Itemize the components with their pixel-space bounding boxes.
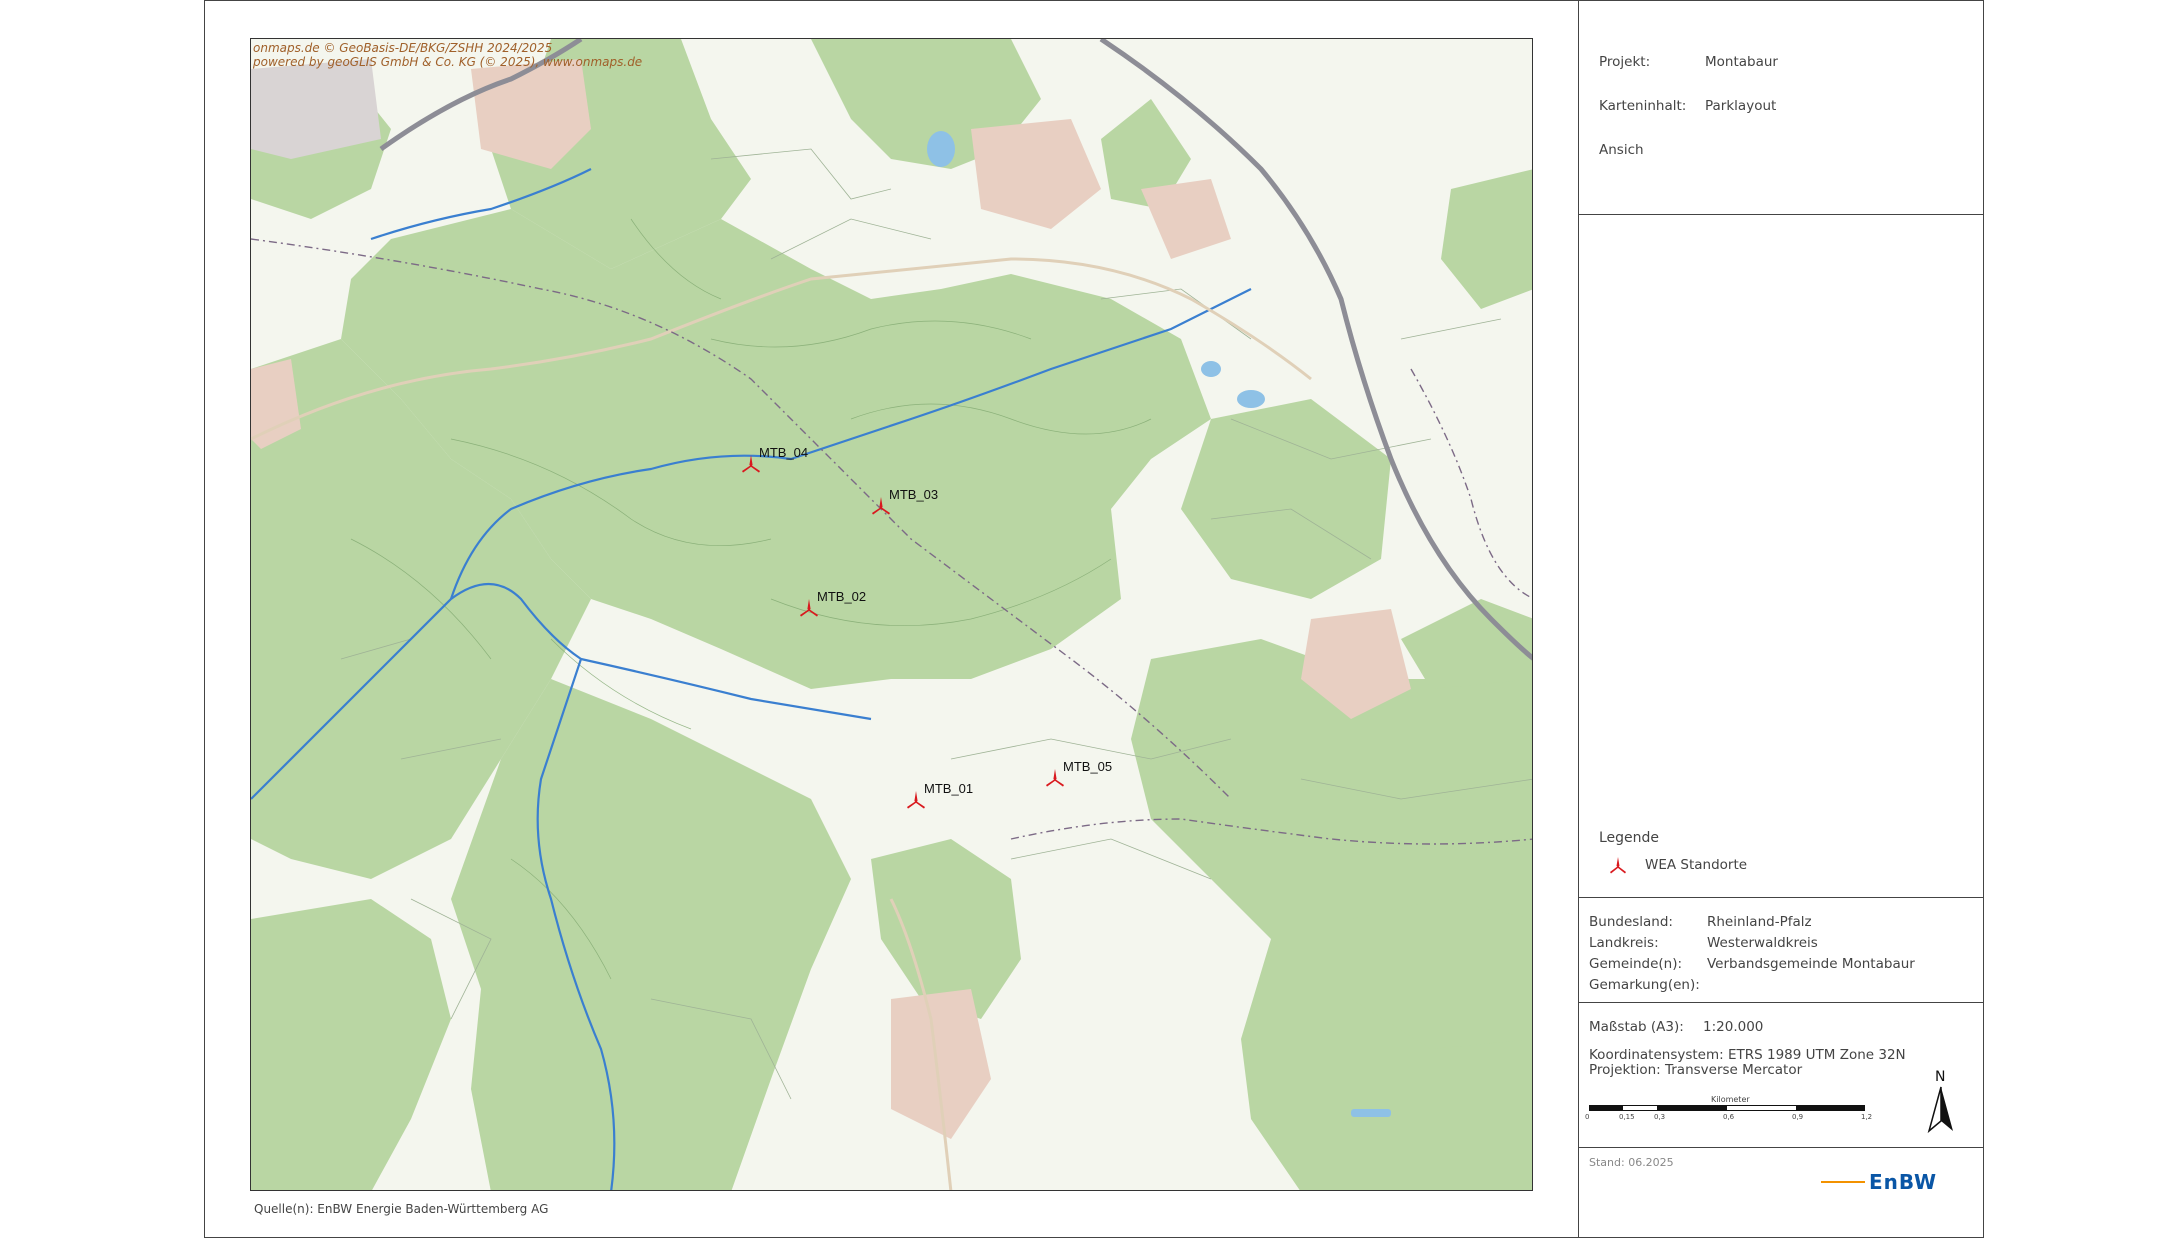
scale-tick-label: 0,9 [1792, 1113, 1804, 1121]
turbine-label: MTB_05 [1063, 759, 1112, 774]
scale-tick-label: 0,6 [1723, 1113, 1735, 1121]
turbine-label: MTB_03 [889, 487, 938, 502]
turbine-label: MTB_04 [759, 445, 808, 460]
gemeinde-label: Gemeinde(n): [1589, 956, 1683, 972]
massstab-label: Maßstab (A3): [1589, 1019, 1684, 1035]
projekt-label: Projekt: [1599, 54, 1651, 70]
projektion: Projektion: Transverse Mercator [1589, 1062, 1803, 1078]
project-info-box: Projekt: Montabaur Karteninhalt: Parklay… [1579, 0, 1983, 215]
stand-date: Stand: 06.2025 [1589, 1156, 1674, 1169]
map-copyright: onmaps.de © GeoBasis-DE/BKG/ZSHH 2024/20… [253, 41, 642, 69]
copyright-line-1: onmaps.de © GeoBasis-DE/BKG/ZSHH 2024/20… [253, 41, 553, 55]
scale-segment [1727, 1106, 1796, 1110]
projekt-value: Montabaur [1705, 54, 1778, 70]
legend-title: Legende [1599, 830, 1660, 846]
scale-tick-label: 0,3 [1654, 1113, 1666, 1121]
source-note: Quelle(n): EnBW Energie Baden-Württember… [254, 1202, 549, 1216]
scale-tick-label: 1,2 [1861, 1113, 1873, 1121]
footer-box: Stand: 06.2025 EnBW [1579, 1148, 1983, 1238]
karteninhalt-value: Parklayout [1705, 98, 1777, 114]
scale-tick-label: 0 [1585, 1113, 1590, 1121]
admin-box: Bundesland: Rheinland-Pfalz Landkreis: W… [1579, 898, 1983, 1003]
koordinatensystem: Koordinatensystem: ETRS 1989 UTM Zone 32… [1589, 1047, 1906, 1063]
gemarkung-label: Gemarkung(en): [1589, 977, 1700, 993]
topographic-map: MTB_01 MTB_02 MTB_03 MTB_04 MTB_05 [251, 39, 1532, 1190]
logo-text: EnBW [1869, 1170, 1938, 1194]
bundesland-value: Rheinland-Pfalz [1707, 914, 1812, 930]
scale-box: Maßstab (A3): 1:20.000 Koordinatensystem… [1579, 1003, 1983, 1148]
title-block: Projekt: Montabaur Karteninhalt: Parklay… [1578, 0, 1984, 1238]
scale-unit: Kilometer [1711, 1095, 1750, 1104]
turbine-marker-mtb_01[interactable]: MTB_01 [907, 781, 973, 809]
scale-tick-label: 0,15 [1619, 1113, 1635, 1121]
turbine-label: MTB_01 [924, 781, 973, 796]
karteninhalt-label: Karteninhalt: [1599, 98, 1687, 114]
logo-accent [1821, 1181, 1865, 1183]
landkreis-value: Westerwaldkreis [1707, 935, 1818, 951]
copyright-line-2: powered by geoGLIS GmbH & Co. KG (© 2025… [253, 55, 643, 69]
turbine-label: MTB_02 [817, 589, 866, 604]
wind-turbine-icon [1610, 857, 1626, 874]
map-view[interactable]: MTB_01 MTB_02 MTB_03 MTB_04 MTB_05 onmaps.de… [250, 38, 1533, 1191]
ansicht-label: Ansich [1599, 142, 1644, 158]
legend-box: Legende WEA Standorte [1579, 215, 1983, 898]
north-label: N [1935, 1069, 1946, 1085]
landkreis-label: Landkreis: [1589, 935, 1659, 951]
enbw-logo: EnBW [1821, 1170, 1937, 1194]
scale-segment [1623, 1106, 1657, 1110]
legend-item-label: WEA Standorte [1645, 857, 1748, 873]
bundesland-label: Bundesland: [1589, 914, 1673, 930]
scale-bar: Kilometer 0 0,15 0,3 0,6 0,9 1,2 [1585, 1095, 1872, 1135]
gemeinde-value: Verbandsgemeinde Montabaur [1707, 956, 1915, 972]
massstab-value: 1:20.000 [1703, 1019, 1764, 1035]
turbine-marker-mtb_05[interactable]: MTB_05 [1046, 759, 1112, 787]
